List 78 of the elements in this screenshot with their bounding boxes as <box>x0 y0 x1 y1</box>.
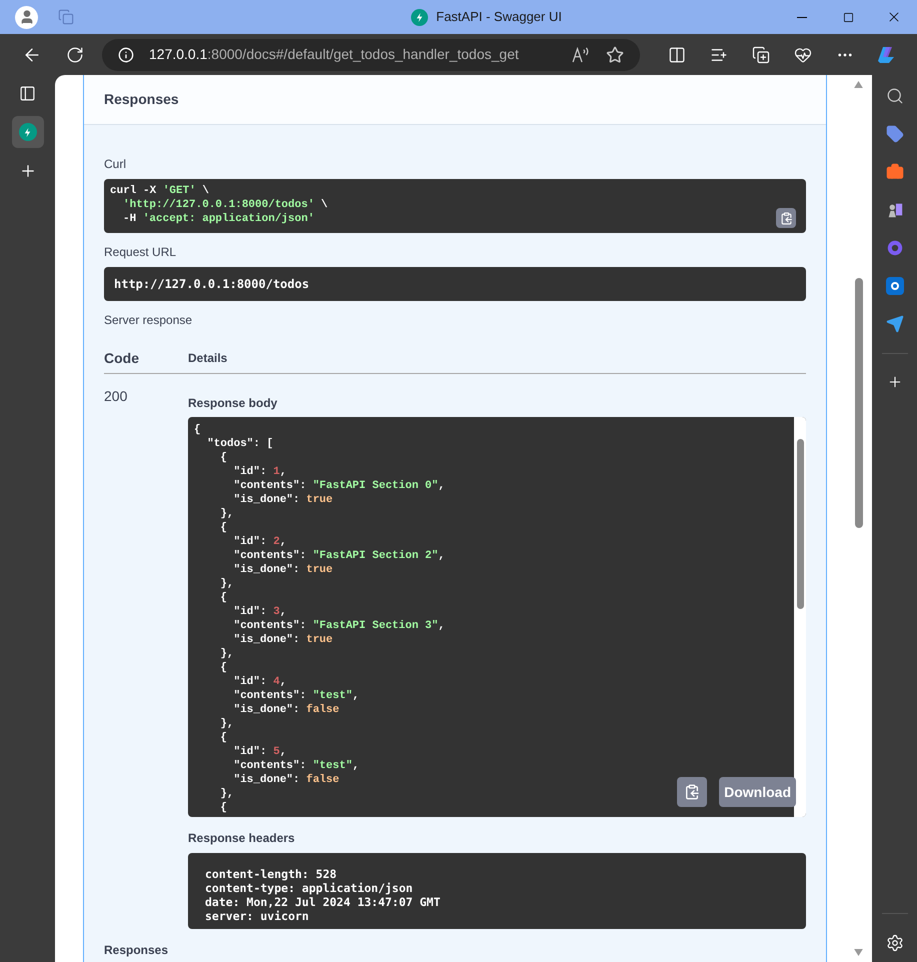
status-code: 200 <box>104 387 128 406</box>
code-line: 'http://127.0.0.1:8000/todos' \ <box>123 198 328 212</box>
section-title: Responses <box>104 90 179 109</box>
favorite-star-icon[interactable] <box>606 46 624 64</box>
code-line: }, <box>219 577 234 591</box>
code-line: "contents": "FastAPI Section 0", <box>232 479 445 493</box>
code-line: { <box>219 731 228 745</box>
scroll-down-icon[interactable] <box>854 949 863 956</box>
search-icon[interactable] <box>886 87 904 105</box>
code-line: "is_done": true <box>232 633 333 647</box>
code-line: "id": 1, <box>232 465 286 479</box>
code-line: { <box>219 591 228 605</box>
settings-icon[interactable] <box>886 934 904 952</box>
code-line: }, <box>219 717 234 731</box>
header-line: content-length: 528 <box>205 867 337 881</box>
code-line: "id": 3, <box>232 605 286 619</box>
code-line: "id": 4, <box>232 675 286 689</box>
split-screen-icon[interactable] <box>668 46 686 64</box>
scrollbar-thumb[interactable] <box>854 278 862 528</box>
toolbox-icon[interactable] <box>886 163 904 181</box>
code-line: { <box>194 423 201 437</box>
code-line: "id": 5, <box>232 745 286 759</box>
scrollbar[interactable] <box>794 417 806 817</box>
code-line: }, <box>219 787 234 801</box>
column-header: Details <box>188 350 228 367</box>
browser-tab[interactable] <box>12 116 44 148</box>
response-headers-label: Response headers <box>188 830 296 847</box>
scrollbar-thumb[interactable] <box>797 439 804 609</box>
code-line: "is_done": true <box>232 493 333 507</box>
code-line: { <box>219 451 228 465</box>
code-line: }, <box>219 647 234 661</box>
column-header: Code <box>104 348 140 368</box>
header-line: date: Mon,22 Jul 2024 13:47:07 GMT <box>205 895 440 909</box>
clipboard-icon <box>780 212 792 224</box>
collections-icon[interactable] <box>752 46 770 64</box>
request-url: http://127.0.0.1:8000/todos <box>114 276 310 293</box>
read-aloud-icon[interactable] <box>572 46 590 62</box>
scroll-up-icon[interactable] <box>854 81 863 88</box>
header-line: content-type: application/json <box>205 881 413 895</box>
curl-label: Curl <box>104 156 128 173</box>
outlook-icon[interactable] <box>886 277 904 295</box>
url-text: 127.0.0.1:8000/docs#/default/get_todos_handler_todos_get <box>149 45 520 64</box>
health-icon[interactable] <box>794 46 812 64</box>
code-line: -H 'accept: application/json' <box>123 212 314 226</box>
maximize-icon <box>842 12 854 22</box>
fastapi-logo-icon <box>411 8 428 26</box>
code-line: "is_done": true <box>232 563 333 577</box>
response-body-label: Response body <box>188 395 278 412</box>
address-field[interactable]: 127.0.0.1:8000/docs#/default/get_todos_handler_todos_get <box>102 38 640 70</box>
clipboard-icon <box>684 784 700 800</box>
code-line: "is_done": false <box>232 773 340 787</box>
code-line: "contents": "FastAPI Section 2", <box>232 549 445 563</box>
code-line: { <box>219 801 228 815</box>
info-icon[interactable] <box>118 46 134 62</box>
code-line: "contents": "FastAPI Section 3", <box>232 619 445 633</box>
profile-avatar[interactable] <box>15 6 38 28</box>
panel-icon[interactable] <box>19 85 36 102</box>
refresh-icon[interactable] <box>66 46 84 64</box>
request-url-label: Request URL <box>104 244 178 261</box>
responses-heading: Responses <box>104 942 170 959</box>
code-line: "todos": [ <box>206 437 274 451</box>
download-button[interactable]: Download <box>719 777 796 807</box>
window-title: FastAPI - Swagger UI <box>436 8 562 26</box>
send-icon[interactable] <box>886 315 904 333</box>
tag-icon[interactable] <box>886 125 904 143</box>
code-line: "id": 2, <box>232 535 286 549</box>
minimize-icon <box>797 16 807 18</box>
code-line: { <box>219 661 228 675</box>
code-line: "contents": "test", <box>232 689 360 703</box>
server-response-label: Server response <box>104 312 194 329</box>
fastapi-logo-icon <box>18 123 36 141</box>
code-line: "is_done": false <box>232 703 340 717</box>
copy-button[interactable] <box>776 208 796 228</box>
code-line: { <box>219 521 228 535</box>
code-line: }, <box>219 507 234 521</box>
code-line: "contents": "test", <box>232 759 360 773</box>
header-line: server: uvicorn <box>205 909 309 923</box>
code-line: curl -X 'GET' \ <box>110 184 210 198</box>
